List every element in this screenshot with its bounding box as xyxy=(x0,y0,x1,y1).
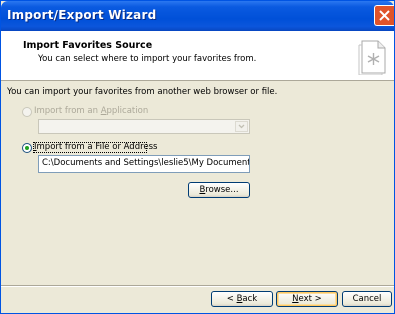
import-from-file-label[interactable]: Import from a File or Address xyxy=(34,142,158,152)
chevron-down-icon xyxy=(238,124,245,129)
next-button[interactable]: Next > xyxy=(276,291,338,307)
next-text: ext > xyxy=(298,294,322,304)
option-app-text-b: pplication xyxy=(106,106,149,116)
wizard-window: Import/Export Wizard Import Favorites So… xyxy=(0,0,395,314)
import-from-file-radio[interactable] xyxy=(22,143,32,153)
page-subtitle: You can select where to import your favo… xyxy=(38,54,257,64)
browse-button[interactable]: Browse... xyxy=(188,182,250,198)
option-app-text-a: Import from an xyxy=(34,106,101,116)
close-icon xyxy=(379,10,390,21)
window-title: Import/Export Wizard xyxy=(7,8,157,22)
option-file-text-b: mport from a File or Address xyxy=(36,142,158,152)
wizard-header: Import Favorites Source You can select w… xyxy=(1,31,394,81)
footer-separator xyxy=(1,285,394,287)
intro-text: You can import your favorites from anoth… xyxy=(7,87,278,97)
back-text-b: ack xyxy=(242,294,258,304)
browse-text: rowse... xyxy=(205,185,239,195)
import-from-application-label: Import from an Application xyxy=(34,106,148,116)
import-from-application-radio[interactable] xyxy=(22,107,32,117)
title-bar[interactable]: Import/Export Wizard xyxy=(1,1,394,31)
favorites-page-icon xyxy=(358,40,386,75)
file-path-input[interactable]: C:\Documents and Settings\leslie5\My Doc… xyxy=(38,155,250,173)
application-dropdown[interactable] xyxy=(38,119,250,134)
close-button[interactable] xyxy=(374,5,394,26)
back-button[interactable]: < Back xyxy=(211,291,273,307)
page-title: Import Favorites Source xyxy=(23,40,153,51)
radio-selected-dot xyxy=(25,146,29,150)
dropdown-button[interactable] xyxy=(235,121,248,132)
cancel-button[interactable]: Cancel xyxy=(342,291,392,307)
back-text-a: < xyxy=(226,294,237,304)
